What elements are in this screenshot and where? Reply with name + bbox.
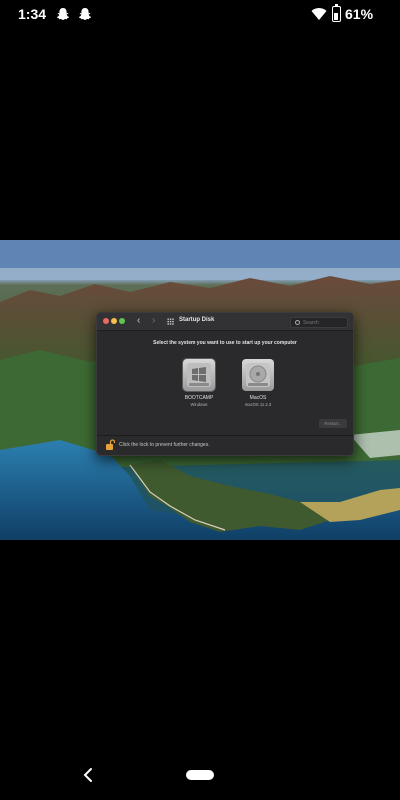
wifi-icon — [311, 8, 327, 20]
lock-hint-text: Click the lock to prevent further change… — [119, 442, 210, 448]
battery-percent: 61% — [345, 6, 374, 22]
status-bar: 1:34 61% — [0, 0, 400, 30]
snapchat-ghost-icon — [57, 8, 69, 20]
chevron-left-icon[interactable] — [80, 766, 98, 784]
startup-disk-window: ‹ › Startup Disk Search Select the syste… — [96, 312, 354, 456]
back-nav-button[interactable]: ‹ — [137, 315, 140, 326]
home-pill[interactable] — [186, 770, 214, 780]
window-title: Startup Disk — [179, 317, 215, 323]
window-titlebar: ‹ › Startup Disk Search — [97, 313, 353, 331]
disk-bootcamp[interactable]: BOOTCAMP Windows — [174, 359, 224, 407]
zoom-button[interactable] — [119, 318, 125, 324]
disk-label: MacOS — [249, 395, 267, 401]
windows-disk-icon — [183, 359, 215, 391]
show-all-grid-icon[interactable] — [167, 318, 174, 325]
disk-sublabel: Windows — [190, 402, 208, 407]
disk-sublabel: macOS 11.2.3 — [244, 402, 272, 407]
macos-disk-icon — [242, 359, 274, 391]
close-button[interactable] — [103, 318, 109, 324]
battery-icon — [332, 4, 341, 22]
disk-macos[interactable]: MacOS macOS 11.2.3 — [233, 359, 283, 407]
disk-label: BOOTCAMP — [184, 395, 214, 401]
minimize-button[interactable] — [111, 318, 117, 324]
search-field[interactable]: Search — [290, 317, 348, 328]
wallpaper-photo: ‹ › Startup Disk Search Select the syste… — [0, 240, 400, 540]
forward-nav-button[interactable]: › — [152, 315, 155, 326]
restart-button[interactable]: Restart... — [319, 419, 347, 428]
status-time: 1:34 — [18, 6, 47, 22]
snapchat-ghost-icon — [79, 8, 91, 20]
lock-icon[interactable] — [105, 439, 115, 451]
search-placeholder: Search — [303, 319, 319, 326]
window-divider — [97, 435, 353, 436]
search-icon — [295, 320, 300, 325]
startup-prompt: Select the system you want to use to sta… — [153, 340, 297, 346]
